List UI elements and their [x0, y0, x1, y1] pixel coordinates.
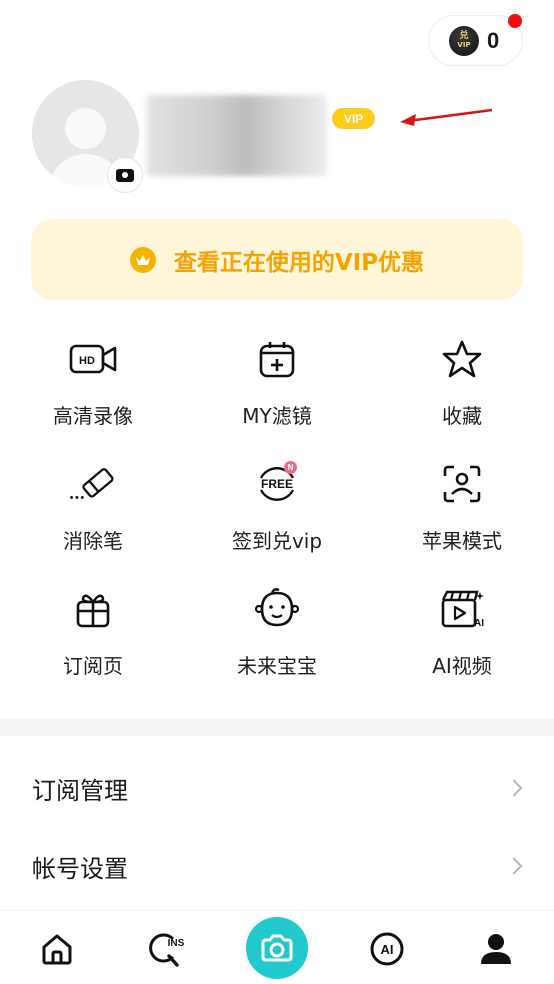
- feature-label: 订阅页: [63, 654, 123, 678]
- tab-profile[interactable]: [476, 929, 516, 969]
- camera-icon: [116, 168, 134, 182]
- free-checkin-icon: FREE N: [252, 459, 302, 509]
- row-label: 订阅管理: [32, 776, 128, 805]
- row-label: 帐号设置: [32, 854, 128, 883]
- feature-eraser[interactable]: 消除笔: [1, 459, 185, 569]
- vip-badge: VIP: [332, 108, 375, 129]
- ins-search-icon: INS: [149, 933, 185, 967]
- eraser-icon: [68, 459, 118, 509]
- hd-video-icon: HD: [68, 334, 118, 384]
- feature-label: MY滤镜: [242, 404, 312, 428]
- avatar-head: [65, 108, 106, 149]
- feature-label: 未来宝宝: [237, 654, 317, 678]
- star-icon: [437, 334, 487, 384]
- vip-offer-banner[interactable]: 查看正在使用的VIP优惠: [31, 219, 523, 300]
- ai-icon: AI: [370, 932, 404, 966]
- account-settings-row[interactable]: 帐号设置: [0, 827, 554, 905]
- feature-future-baby[interactable]: 未来宝宝: [185, 584, 369, 694]
- gift-icon: [68, 584, 118, 634]
- chevron-right-icon: [505, 857, 523, 875]
- camera-icon: [261, 934, 293, 962]
- feature-label: AI视频: [432, 654, 492, 678]
- feature-my-filter[interactable]: MY滤镜: [185, 334, 369, 444]
- change-avatar-button[interactable]: [107, 157, 143, 193]
- ai-tab-icon-text: AI: [381, 942, 394, 957]
- tab-home[interactable]: [37, 929, 77, 969]
- coin-icon-text-bottom: VIP: [457, 41, 471, 49]
- coin-count: 0: [487, 27, 500, 53]
- tab-camera[interactable]: [246, 917, 308, 979]
- notification-dot: [508, 14, 522, 28]
- home-icon: [42, 934, 72, 965]
- feature-apple-mode[interactable]: 苹果模式: [370, 459, 554, 569]
- username-blurred: [147, 95, 327, 176]
- chevron-right-icon: [505, 779, 523, 797]
- feature-checkin-vip[interactable]: FREE N 签到兑vip: [185, 459, 369, 569]
- feature-label: 高清录像: [53, 404, 133, 428]
- baby-face-icon: [252, 584, 302, 634]
- crown-icon: [129, 246, 156, 273]
- coin-icon-text-top: 兑: [459, 31, 469, 41]
- red-arrow-annotation: [400, 108, 493, 126]
- tab-ai[interactable]: AI: [367, 929, 407, 969]
- new-badge: N: [284, 461, 297, 474]
- feature-subscription-page[interactable]: 订阅页: [1, 584, 185, 694]
- person-icon: [481, 934, 511, 964]
- free-icon-text: FREE: [261, 477, 293, 491]
- section-divider: [0, 718, 554, 736]
- feature-hd-video[interactable]: HD 高清录像: [1, 334, 185, 444]
- ins-icon-text: INS: [168, 938, 185, 949]
- feature-label: 苹果模式: [422, 529, 502, 553]
- svg-text:HD: HD: [79, 355, 95, 367]
- face-scan-icon: [437, 459, 487, 509]
- feature-label: 收藏: [442, 404, 482, 428]
- ai-video-icon: AI: [437, 584, 487, 634]
- subscription-management-row[interactable]: 订阅管理: [0, 749, 554, 827]
- feature-favorites[interactable]: 收藏: [370, 334, 554, 444]
- vip-offer-text: 查看正在使用的VIP优惠: [173, 249, 425, 276]
- feature-ai-video[interactable]: AI AI视频: [370, 584, 554, 694]
- tab-ins-search[interactable]: INS: [147, 929, 187, 969]
- ai-video-icon-text: AI: [474, 618, 484, 629]
- filter-add-icon: [252, 334, 302, 384]
- vip-coin-icon: 兑 VIP: [449, 25, 479, 56]
- feature-label: 签到兑vip: [231, 529, 323, 553]
- bottom-tab-bar: INS AI: [0, 910, 554, 984]
- feature-label: 消除笔: [63, 529, 123, 553]
